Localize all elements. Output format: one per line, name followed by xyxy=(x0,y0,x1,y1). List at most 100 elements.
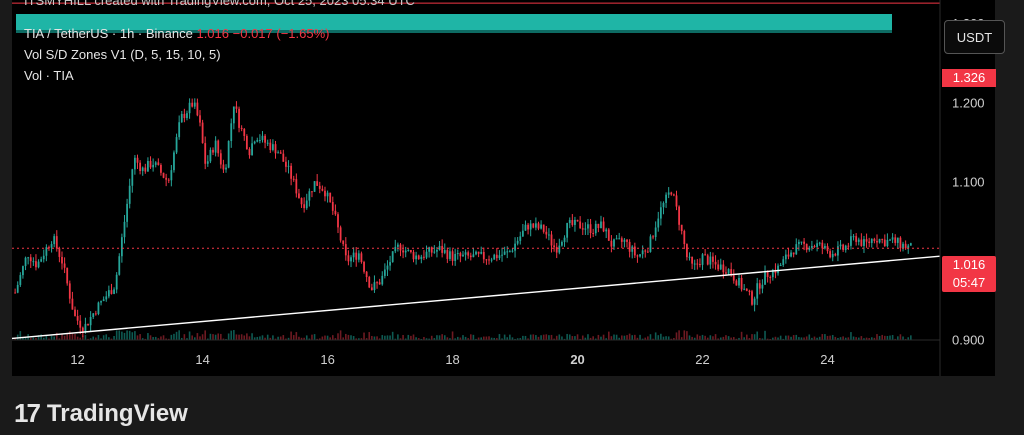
volume-bar xyxy=(391,331,394,340)
candle-body xyxy=(753,298,756,305)
candle-body xyxy=(868,241,871,243)
candle-body xyxy=(834,253,837,256)
current-price-value: 1.016 xyxy=(952,257,986,272)
volume-bar xyxy=(587,334,589,340)
volume-bar xyxy=(613,334,615,340)
candle-body xyxy=(61,256,63,264)
volume-bar xyxy=(808,334,811,340)
candle-body xyxy=(128,185,131,204)
candle-body xyxy=(316,181,319,186)
price-tick-label: 0.900 xyxy=(952,333,985,348)
volume-bar xyxy=(131,332,134,340)
volume-bar xyxy=(407,334,410,340)
candle-body xyxy=(699,264,701,266)
candle-body xyxy=(318,185,321,189)
volume-bar xyxy=(61,334,63,340)
candle-body xyxy=(258,140,261,142)
volume-bars xyxy=(14,330,912,340)
candle-body xyxy=(230,123,233,142)
candle-body xyxy=(456,253,459,255)
volume-bar xyxy=(649,334,652,340)
candle-body xyxy=(623,239,626,242)
candle-body xyxy=(563,237,566,242)
candle-body xyxy=(782,259,785,266)
candle-body xyxy=(722,264,725,273)
volume-bar xyxy=(339,330,342,340)
candle-body xyxy=(227,141,230,168)
volume-bar xyxy=(410,335,412,340)
candle-body xyxy=(506,251,509,253)
candle-body xyxy=(714,261,717,265)
price-tick-label: 1.100 xyxy=(952,174,985,189)
candle-body xyxy=(178,122,181,138)
symbol-line[interactable]: TIA / TetherUS · 1h · Binance 1.016 −0.0… xyxy=(24,26,330,41)
volume-bar xyxy=(639,334,641,340)
candle-body xyxy=(305,200,308,209)
candle-body xyxy=(725,272,727,274)
volume-bar xyxy=(714,334,717,340)
currency-button[interactable]: USDT xyxy=(944,20,1005,54)
candle-body xyxy=(381,275,384,285)
candle-body xyxy=(212,149,214,153)
volume-bar xyxy=(139,334,141,340)
candle-body xyxy=(94,313,97,315)
volume-bar xyxy=(878,335,881,340)
candle-body xyxy=(102,299,105,302)
volume-bar xyxy=(220,333,222,340)
candle-body xyxy=(467,252,470,256)
candle-body xyxy=(269,142,272,150)
candle-body xyxy=(199,115,201,123)
volume-bar xyxy=(326,335,329,340)
volume-bar xyxy=(209,333,212,340)
candle-body xyxy=(139,162,142,172)
volume-bar xyxy=(397,334,399,340)
volume-bar xyxy=(574,336,576,340)
high-price-label: 1.326 xyxy=(942,69,996,87)
indicator-legend[interactable]: Vol S/D Zones V1 (D, 5, 15, 10, 5) xyxy=(24,47,221,62)
candle-body xyxy=(524,224,527,231)
candle-body xyxy=(743,288,746,290)
candle-body xyxy=(79,320,82,328)
candle-body xyxy=(180,113,183,123)
volume-bar xyxy=(509,334,511,340)
volume-bar xyxy=(831,334,834,340)
candle-body xyxy=(732,275,735,281)
candle-body xyxy=(581,228,584,230)
volume-bar xyxy=(860,336,863,340)
candle-body xyxy=(42,255,45,260)
candle-body xyxy=(311,191,313,193)
candle-body xyxy=(792,252,795,255)
candle-body xyxy=(503,251,506,255)
tradingview-branding[interactable]: 17 TradingView xyxy=(14,398,188,429)
volume-bar xyxy=(76,336,79,340)
candle-body xyxy=(204,143,207,164)
volume-bar xyxy=(105,334,108,340)
candle-body xyxy=(131,169,134,186)
candle-body xyxy=(613,239,615,247)
candle-body xyxy=(540,224,542,229)
candle-body xyxy=(290,165,293,179)
volume-bar xyxy=(238,334,240,340)
candle-body xyxy=(363,261,365,272)
candle-body xyxy=(631,246,634,252)
last-price: 1.016 xyxy=(196,26,230,41)
candle-body xyxy=(878,238,881,243)
candle-body xyxy=(433,251,436,253)
volume-bar xyxy=(436,335,438,340)
volume-bar xyxy=(217,333,220,340)
candle-body xyxy=(876,240,878,243)
candle-body xyxy=(282,153,285,162)
candle-body xyxy=(701,254,704,265)
volume-bar xyxy=(381,335,384,340)
volume-bar xyxy=(243,335,246,340)
watermark-line: ITSMYHILL created with TradingView.com, … xyxy=(24,0,415,8)
candle-body xyxy=(92,313,95,318)
candle-body xyxy=(402,250,404,253)
candle-body xyxy=(678,206,680,225)
candle-body xyxy=(58,248,61,257)
volume-bar xyxy=(373,336,376,340)
candle-body xyxy=(53,236,56,245)
volume-bar xyxy=(371,335,373,340)
volume-legend[interactable]: Vol · TIA xyxy=(24,68,74,83)
candle-body xyxy=(688,256,691,258)
